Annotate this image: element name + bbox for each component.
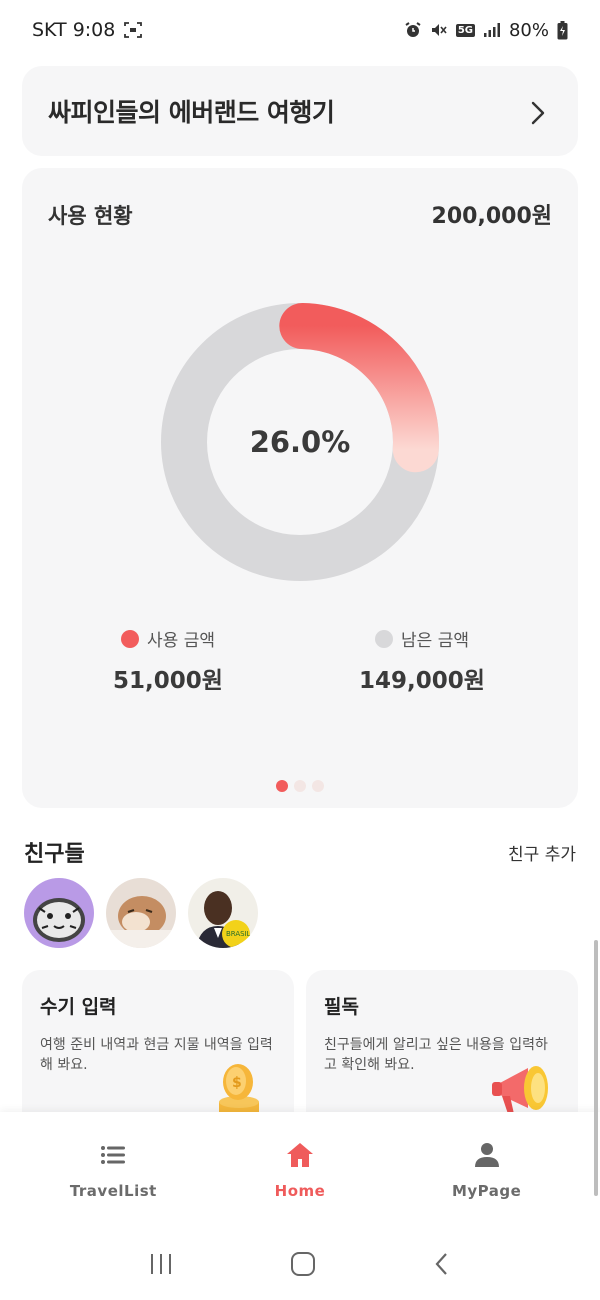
nav-mypage[interactable]: MyPage [417,1112,557,1232]
avatar[interactable] [24,878,94,948]
network-badge: 5G [455,23,475,37]
chevron-right-icon[interactable] [528,101,548,125]
nav-label: MyPage [451,1182,522,1200]
notice-title: 필독 [324,996,359,1018]
usage-title: 사용 현황 [48,204,133,228]
person-icon [472,1140,502,1170]
battery-percent: 80% [508,19,549,41]
trip-header-card[interactable]: 싸피인들의 에버랜드 여행기 [22,66,578,156]
signal-icon [483,22,501,38]
add-friend-button[interactable]: 친구 추가 [508,840,576,865]
usage-total: 200,000원 [431,204,552,229]
home-icon [285,1140,315,1170]
friends-title: 친구들 [24,842,85,867]
page-dot[interactable] [276,780,288,792]
avatar[interactable]: BRASIL [188,878,258,948]
system-navigation-bar [0,1232,600,1300]
used-color-dot [121,629,140,648]
nav-label: TravelList [69,1182,157,1200]
svg-text:$: $ [232,1075,242,1091]
page-dot[interactable] [294,780,306,792]
nav-label: Home [274,1182,326,1200]
donut-percent-label: 26.0% [249,425,351,459]
scrollbar[interactable] [594,940,598,1196]
svg-text:BRASIL: BRASIL [226,930,251,938]
used-amount: 51,000원 [113,668,223,694]
home-button-icon[interactable] [290,1251,316,1281]
nav-home[interactable]: Home [230,1112,370,1232]
page-dot[interactable] [312,780,324,792]
list-icon [98,1140,128,1170]
page-indicator[interactable] [276,780,324,792]
status-left: SKT 9:08 [32,19,143,41]
alarm-icon [404,21,422,39]
avatar[interactable] [106,878,176,948]
recent-apps-icon[interactable] [148,1252,174,1280]
legend-used: 사용 금액 51,000원 [68,626,268,695]
legend-remaining: 남은 금액 149,000원 [322,626,522,695]
remaining-label: 남은 금액 [401,631,469,651]
nav-travellist[interactable]: TravelList [43,1112,183,1232]
usage-card[interactable]: 사용 현황 200,000원 26.0% 사용 금액 51,000원 남은 금액… [22,168,578,808]
bottom-navigation: TravelList Home MyPage [0,1112,600,1232]
mute-icon [430,21,448,39]
remaining-color-dot [375,629,394,648]
status-bar: SKT 9:08 5G 80% [0,0,600,60]
used-label: 사용 금액 [147,631,215,651]
usage-donut-chart: 26.0% [160,302,440,582]
carrier-time: SKT 9:08 [32,19,116,41]
friends-avatars: BRASIL [24,878,258,948]
remaining-amount: 149,000원 [359,668,485,694]
trip-title: 싸피인들의 에버랜드 여행기 [48,98,335,127]
manual-entry-title: 수기 입력 [40,996,117,1018]
back-icon[interactable] [432,1251,452,1281]
screenshot-icon [123,21,143,39]
battery-icon [557,20,568,40]
status-right: 5G 80% [404,20,568,41]
